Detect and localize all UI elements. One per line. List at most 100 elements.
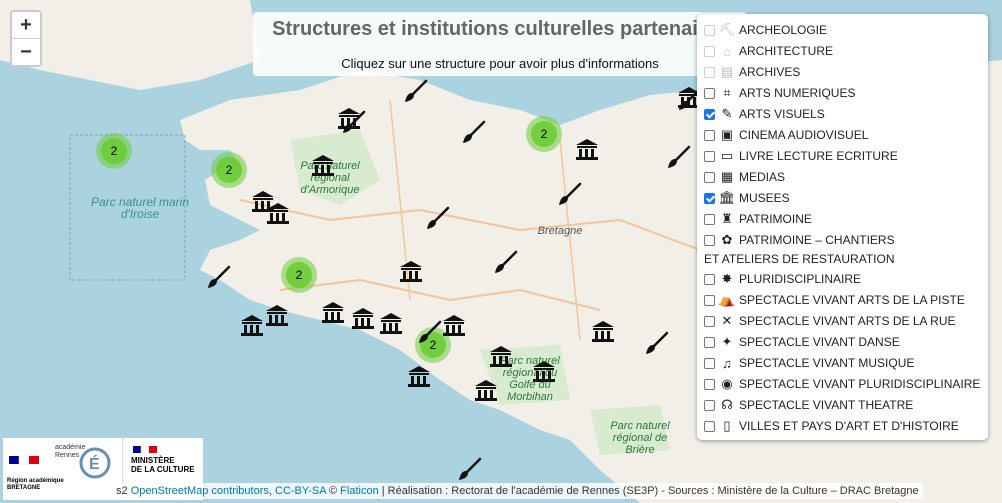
museum-marker-icon[interactable] bbox=[239, 312, 265, 338]
brush-marker-icon[interactable] bbox=[492, 250, 518, 276]
layer-item-architecture[interactable]: ⌂ ARCHITECTURE bbox=[704, 41, 833, 61]
museum-marker-icon[interactable] bbox=[406, 363, 432, 389]
brush-marker-icon[interactable] bbox=[643, 331, 669, 357]
cluster-marker[interactable]: 2 bbox=[96, 133, 132, 169]
layer-checkbox[interactable] bbox=[704, 315, 715, 327]
brush-marker-icon[interactable] bbox=[456, 457, 482, 483]
map-label-briere: Parc naturel régional de Brière bbox=[610, 420, 670, 456]
flaticon-link[interactable]: Flaticon bbox=[340, 485, 379, 497]
brush-marker-icon[interactable] bbox=[402, 79, 428, 105]
layer-checkbox[interactable] bbox=[704, 273, 715, 285]
brush-marker-icon[interactable] bbox=[424, 206, 450, 232]
layer-checkbox[interactable] bbox=[704, 87, 715, 99]
layer-checkbox[interactable] bbox=[704, 399, 715, 411]
logo-academie-text: académie Rennes bbox=[55, 444, 86, 459]
dance-icon: ✦ bbox=[721, 334, 733, 349]
layer-item-archeologie[interactable]: ⛏ ARCHEOLOGIE bbox=[704, 20, 827, 40]
layer-checkbox[interactable] bbox=[704, 192, 715, 204]
layer-label: SPECTACLE VIVANT MUSIQUE bbox=[739, 356, 915, 370]
museum-marker-icon[interactable] bbox=[378, 310, 404, 336]
cluster-marker[interactable]: 2 bbox=[281, 257, 317, 293]
zoom-out-button[interactable]: − bbox=[12, 38, 40, 65]
digital-arts-icon: ⌗ bbox=[723, 85, 731, 100]
osm-link[interactable]: OpenStreetMap contributors bbox=[131, 485, 269, 497]
museum-marker-icon[interactable] bbox=[531, 358, 557, 384]
layer-checkbox[interactable] bbox=[704, 24, 715, 36]
worksite-icon: ✿ bbox=[721, 232, 733, 247]
layer-item-spectacle-vivant-danse[interactable]: ✦ SPECTACLE VIVANT DANSE bbox=[704, 332, 900, 352]
layer-label: ARCHITECTURE bbox=[739, 44, 834, 58]
license-link[interactable]: CC-BY-SA bbox=[275, 485, 326, 497]
museum-marker-icon[interactable] bbox=[473, 377, 499, 403]
layer-checkbox[interactable] bbox=[704, 378, 715, 390]
brush-marker-icon[interactable] bbox=[205, 265, 231, 291]
brush-marker-icon[interactable] bbox=[340, 110, 366, 136]
layer-item-spectacle-vivant-theatre[interactable]: ☊ SPECTACLE VIVANT THEATRE bbox=[704, 395, 913, 415]
layer-label: LIVRE LECTURE ECRITURE bbox=[739, 149, 898, 163]
museum-marker-icon[interactable] bbox=[320, 299, 346, 325]
museum-marker-icon[interactable] bbox=[574, 136, 600, 162]
layer-checkbox[interactable] bbox=[704, 420, 715, 432]
layer-label: SPECTACLE VIVANT PLURIDISCIPLINAIRE bbox=[739, 377, 981, 391]
layer-checkbox[interactable] bbox=[704, 213, 715, 225]
layer-checkbox[interactable] bbox=[704, 234, 715, 246]
layer-item-arts-numeriques[interactable]: ⌗ ARTS NUMERIQUES bbox=[704, 83, 855, 103]
layer-item-spectacle-vivant-arts-de-la-piste[interactable]: ⛺ SPECTACLE VIVANT ARTS DE LA PISTE bbox=[704, 290, 965, 310]
map-attribution: s2 OpenStreetMap contributors, CC-BY-SA … bbox=[112, 483, 923, 499]
museum-marker-icon[interactable] bbox=[264, 302, 290, 328]
layer-item-villes-et-pays-d-art-et-d-histoire[interactable]: ▯ VILLES ET PAYS D'ART ET D'HISTOIRE bbox=[704, 416, 959, 436]
layer-item-musees[interactable]: 🏛 MUSEES bbox=[704, 188, 790, 208]
layer-item-medias[interactable]: ▦ MEDIAS bbox=[704, 167, 785, 187]
layer-label: SPECTACLE VIVANT ARTS DE LA RUE bbox=[739, 314, 956, 328]
museum-marker-icon[interactable] bbox=[590, 318, 616, 344]
layer-item-spectacle-vivant-arts-de-la-rue[interactable]: ✕ SPECTACLE VIVANT ARTS DE LA RUE bbox=[704, 311, 956, 331]
museum-marker-icon[interactable] bbox=[488, 343, 514, 369]
layer-checkbox[interactable] bbox=[704, 45, 715, 57]
layer-item-arts-visuels[interactable]: ✎ ARTS VISUELS bbox=[704, 104, 825, 124]
museum-marker-icon[interactable] bbox=[265, 200, 291, 226]
music-icon: ♫ bbox=[722, 355, 732, 371]
layer-checkbox[interactable] bbox=[704, 336, 715, 348]
brush-marker-icon[interactable] bbox=[556, 182, 582, 208]
museum-marker-icon[interactable] bbox=[350, 305, 376, 331]
title-panel: Structures et institutions culturelles p… bbox=[253, 12, 747, 76]
layer-item-patrimoine[interactable]: ♜ PATRIMOINE bbox=[704, 209, 812, 229]
brush-marker-icon[interactable] bbox=[416, 320, 442, 346]
layer-label: PATRIMOINE bbox=[739, 212, 812, 226]
museum-marker-icon[interactable] bbox=[398, 258, 424, 284]
layer-item-livre-lecture-ecriture[interactable]: ▭ LIVRE LECTURE ECRITURE bbox=[704, 146, 898, 166]
svg-text:É: É bbox=[89, 454, 100, 473]
layer-label: PATRIMOINE – CHANTIERS bbox=[739, 233, 895, 247]
layer-label: MUSEES bbox=[739, 191, 790, 205]
street-arts-icon: ✕ bbox=[721, 313, 733, 328]
layer-item-cinema-audiovisuel[interactable]: ▣ CINEMA AUDIOVISUEL bbox=[704, 125, 868, 145]
layer-checkbox[interactable] bbox=[704, 294, 715, 306]
layer-label: CINEMA AUDIOVISUEL bbox=[739, 128, 869, 142]
layer-label: SPECTACLE VIVANT THEATRE bbox=[739, 398, 914, 412]
layer-checkbox[interactable] bbox=[704, 108, 715, 120]
cluster-marker[interactable]: 2 bbox=[526, 116, 562, 152]
archeology-icon: ⛏ bbox=[718, 22, 736, 37]
layer-item-spectacle-vivant-pluridisciplinaire[interactable]: ◉ SPECTACLE VIVANT PLURIDISCIPLINAIRE bbox=[704, 374, 980, 394]
layer-item-pluridisciplinaire[interactable]: ✸ PLURIDISCIPLINAIRE bbox=[704, 269, 861, 289]
layer-item-archives[interactable]: ▤ ARCHIVES bbox=[704, 62, 800, 82]
layer-checkbox[interactable] bbox=[704, 66, 715, 78]
map[interactable]: Parc naturel marin d'Iroise Parc naturel… bbox=[0, 0, 1002, 503]
brush-marker-icon[interactable] bbox=[665, 145, 691, 171]
layer-item-patrimoine-chantiers[interactable]: ✿ PATRIMOINE – CHANTIERS bbox=[704, 230, 895, 250]
layer-item-spectacle-vivant-musique[interactable]: ♫ SPECTACLE VIVANT MUSIQUE bbox=[704, 353, 914, 373]
museum-icon: 🏛 bbox=[718, 190, 736, 205]
museum-marker-icon[interactable] bbox=[310, 152, 336, 178]
layer-checkbox[interactable] bbox=[704, 357, 715, 369]
layer-label: SPECTACLE VIVANT DANSE bbox=[739, 335, 900, 349]
brush-marker-icon[interactable] bbox=[460, 120, 486, 146]
zoom-in-button[interactable]: + bbox=[12, 12, 40, 38]
museum-marker-icon[interactable] bbox=[441, 312, 467, 338]
theatre-icon: ☊ bbox=[721, 397, 733, 412]
logo-region-text: Région académique BRETAGNE bbox=[7, 478, 64, 491]
multi-icon: ✸ bbox=[721, 271, 733, 286]
layer-checkbox[interactable] bbox=[704, 171, 715, 183]
layer-checkbox[interactable] bbox=[704, 150, 715, 162]
layer-checkbox[interactable] bbox=[704, 129, 715, 141]
cluster-marker[interactable]: 2 bbox=[211, 152, 247, 188]
